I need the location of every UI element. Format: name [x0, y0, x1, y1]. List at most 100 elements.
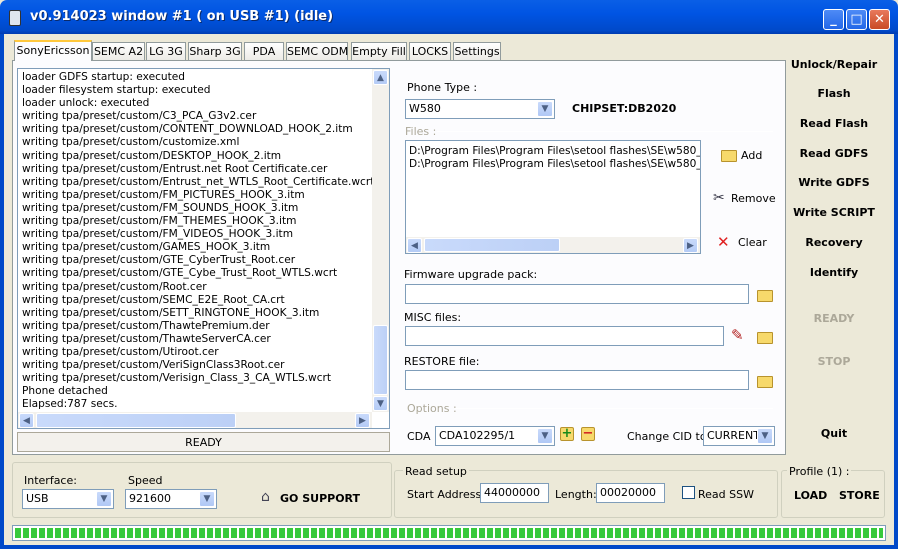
log-hscroll-thumb[interactable]: [36, 413, 236, 428]
length-field[interactable]: 00020000: [596, 483, 665, 503]
log-line: writing tpa/preset/custom/ThawteServerCA…: [22, 332, 271, 345]
log-line: loader unlock: executed: [22, 97, 150, 110]
log-line: writing tpa/preset/custom/GTE_Cybe_Trust…: [22, 267, 338, 280]
log-line: writing tpa/preset/custom/Verisign_Class…: [22, 372, 332, 385]
log-line: writing tpa/preset/custom/FM_PICTURES_HO…: [22, 188, 305, 201]
log-line: loader filesystem startup: executed: [22, 84, 211, 97]
scroll-left-icon[interactable]: ◀: [19, 413, 34, 428]
add-cda-icon[interactable]: +: [560, 427, 574, 441]
scissors-icon: ✂: [713, 190, 725, 206]
read-ssw-checkbox[interactable]: [682, 486, 695, 499]
start-address-label: Start Address:: [407, 488, 485, 501]
flash-button[interactable]: Flash: [785, 87, 883, 100]
log-line: Phone detached: [22, 385, 108, 398]
write-script-button[interactable]: Write SCRIPT: [785, 206, 883, 219]
close-button[interactable]: ✕: [869, 9, 890, 30]
scroll-up-icon[interactable]: ▲: [373, 70, 388, 85]
tab-sharp-3g[interactable]: Sharp 3G: [188, 42, 242, 60]
files-horizontal-scrollbar[interactable]: ◀ ▶: [406, 237, 700, 253]
stop-button[interactable]: STOP: [785, 355, 883, 368]
app-icon[interactable]: [9, 10, 21, 26]
speed-select[interactable]: 921600 ▼: [125, 489, 217, 509]
log-vertical-scrollbar[interactable]: ▲ ▼: [372, 69, 389, 412]
maximize-button[interactable]: □: [846, 9, 867, 30]
write-gdfs-button[interactable]: Write GDFS: [785, 176, 883, 189]
change-cid-label: Change CID to: [627, 430, 707, 443]
ready-button[interactable]: READY: [785, 312, 883, 325]
remove-label: Remove: [731, 192, 776, 205]
chevron-down-icon[interactable]: ▼: [199, 491, 215, 507]
files-list[interactable]: D:\Program Files\Program Files\setool fl…: [405, 140, 701, 254]
interface-select[interactable]: USB ▼: [22, 489, 114, 509]
files-hscroll-thumb[interactable]: [424, 238, 560, 252]
scroll-down-icon[interactable]: ▼: [373, 396, 388, 411]
tab-locks[interactable]: LOCKS: [409, 42, 451, 60]
tab-empty-fill[interactable]: Empty Fill: [351, 42, 407, 60]
chevron-down-icon[interactable]: ▼: [757, 428, 773, 444]
firmware-field[interactable]: [405, 284, 749, 304]
add-label: Add: [741, 149, 763, 162]
scroll-right-icon[interactable]: ▶: [355, 413, 370, 428]
read-ssw-label: Read SSW: [698, 488, 754, 501]
chevron-down-icon[interactable]: ▼: [537, 101, 553, 117]
folder-icon: [721, 150, 737, 162]
chevron-down-icon[interactable]: ▼: [96, 491, 112, 507]
tab-lg-3g[interactable]: LG 3G: [146, 42, 186, 60]
log-line: writing tpa/preset/custom/Entrust.net Ro…: [22, 162, 328, 175]
log-line: writing tpa/preset/custom/SEMC_E2E_Root_…: [22, 293, 285, 306]
go-support-button[interactable]: ⌂ GO SUPPORT: [261, 489, 361, 508]
chevron-down-icon[interactable]: ▼: [537, 428, 553, 444]
window-title: v0.914023 window #1 ( on USB #1) (idle): [30, 9, 334, 24]
restore-field[interactable]: [405, 370, 749, 390]
speed-label: Speed: [128, 474, 163, 487]
recovery-button[interactable]: Recovery: [785, 236, 883, 249]
scroll-left-icon[interactable]: ◀: [407, 238, 422, 253]
files-separator: [437, 131, 773, 132]
unlock-repair-button[interactable]: Unlock/Repair: [785, 58, 883, 71]
store-button[interactable]: STORE: [839, 489, 880, 502]
log-horizontal-scrollbar[interactable]: ◀ ▶: [18, 412, 372, 428]
add-button[interactable]: Add: [721, 147, 781, 165]
tab-settings[interactable]: Settings: [453, 42, 501, 60]
list-item[interactable]: D:\Program Files\Program Files\setool fl…: [409, 145, 700, 157]
phone-type-select[interactable]: W580 ▼: [405, 99, 555, 119]
remove-cda-icon[interactable]: −: [581, 427, 595, 441]
log-line: writing tpa/preset/custom/Root.cer: [22, 280, 207, 293]
chipset-label: CHIPSET:DB2020: [572, 102, 677, 115]
read-setup-label: Read setup: [403, 465, 469, 478]
log-line: Elapsed:787 secs.: [22, 398, 118, 411]
log-line: writing tpa/preset/custom/VeriSignClass3…: [22, 359, 285, 372]
cid-value: CURRENT: [707, 429, 760, 442]
misc-field[interactable]: [405, 326, 724, 346]
read-flash-button[interactable]: Read Flash: [785, 117, 883, 130]
identify-button[interactable]: Identify: [785, 266, 883, 279]
log-line: writing tpa/preset/custom/FM_SOUNDS_HOOK…: [22, 201, 299, 214]
read-gdfs-button[interactable]: Read GDFS: [785, 147, 883, 160]
quit-button[interactable]: Quit: [785, 427, 883, 440]
firmware-folder-icon[interactable]: [757, 290, 773, 302]
cid-select[interactable]: CURRENT ▼: [703, 426, 775, 446]
cda-value: CDA102295/1: [439, 429, 516, 442]
clear-button[interactable]: ✕ Clear: [717, 233, 777, 252]
start-address-field[interactable]: 44000000: [480, 483, 549, 503]
tab-pda[interactable]: PDA: [244, 42, 284, 60]
restore-folder-icon[interactable]: [757, 376, 773, 388]
load-button[interactable]: LOAD: [794, 489, 827, 502]
log-line: writing tpa/preset/custom/GTE_CyberTrust…: [22, 254, 296, 267]
log-vscroll-thumb[interactable]: [373, 325, 388, 395]
go-support-label: GO SUPPORT: [280, 492, 361, 505]
pen-icon[interactable]: ✎: [731, 326, 744, 344]
tab-semc-odm[interactable]: SEMC ODM: [286, 42, 348, 60]
remove-button[interactable]: ✂ Remove: [713, 190, 783, 208]
scroll-right-icon[interactable]: ▶: [683, 238, 698, 253]
list-item[interactable]: D:\Program Files\Program Files\setool fl…: [409, 158, 700, 170]
tab-sonyericsson[interactable]: SonyEricsson: [14, 40, 92, 61]
cda-select[interactable]: CDA102295/1 ▼: [435, 426, 555, 446]
misc-folder-icon[interactable]: [757, 332, 773, 344]
tab-semc-a2[interactable]: SEMC A2: [92, 42, 145, 60]
minimize-button[interactable]: _: [823, 9, 844, 30]
phone-type-value: W580: [409, 102, 441, 115]
red-x-icon: ✕: [717, 233, 730, 251]
log-box[interactable]: loader GDFS startup: executed loader file…: [17, 68, 390, 429]
log-line: writing tpa/preset/custom/C3_PCA_G3v2.ce…: [22, 110, 257, 123]
